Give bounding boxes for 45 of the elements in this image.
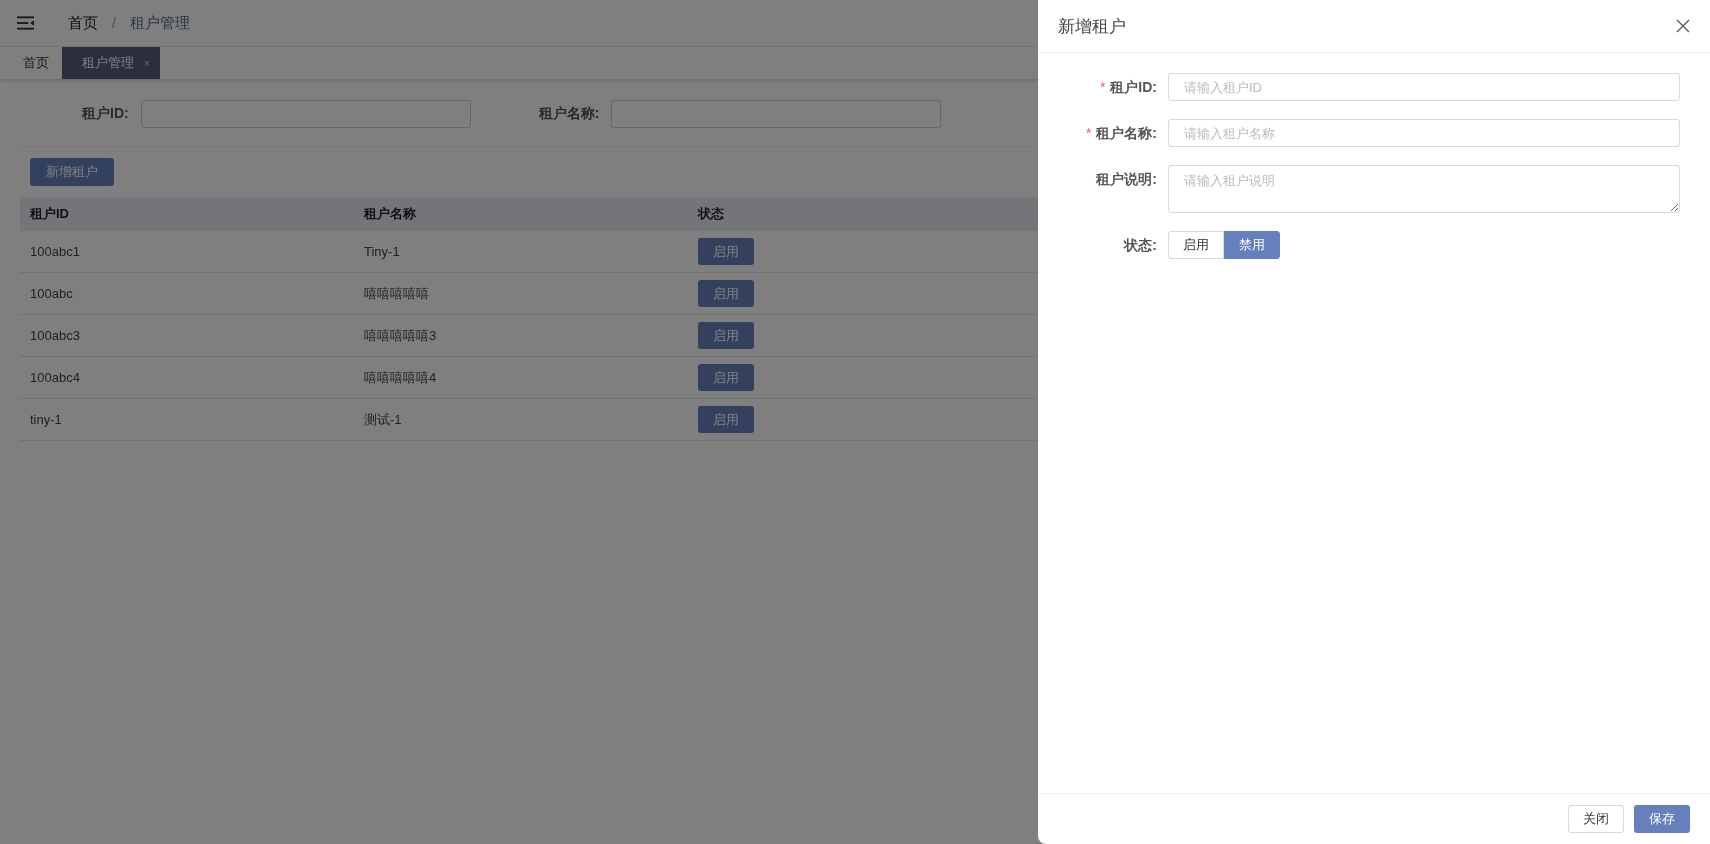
table-cell-text: 100abc3 [29,328,81,343]
field-label: 状态: [1124,237,1157,253]
column-header: 租户名称 [363,205,417,223]
table-cell-text: 100abc4 [29,370,81,385]
status-button[interactable]: 启用 [698,280,754,307]
field-label: 租户名称: [1096,125,1157,141]
table-cell-text: Tiny-1 [363,244,401,259]
status-button[interactable]: 启用 [698,322,754,349]
toggle-option[interactable]: 禁用 [1224,231,1280,259]
add-button[interactable]: 新增租户 [30,158,114,186]
field-label: 租户说明: [1096,171,1157,187]
tab[interactable]: 首页 [0,47,62,79]
drawer-title: 新增租户 [1058,15,1126,38]
column-header: 租户ID [29,205,70,223]
input-field[interactable] [611,100,942,128]
toggle-option[interactable]: 启用 [1168,231,1224,259]
required-mark: * [1085,125,1092,141]
breadcrumb-separator: / [112,15,116,31]
menu-icon[interactable] [17,16,34,30]
table-cell-text: 100abc [29,286,74,301]
required-mark: * [1099,79,1106,95]
column-header: 状态 [696,205,725,223]
status-button[interactable]: 启用 [698,238,754,265]
status-button[interactable]: 启用 [698,406,754,433]
close-icon[interactable]: × [144,57,150,69]
status-button[interactable]: 启用 [698,364,754,391]
table-cell-text: 嘻嘻嘻嘻嘻4 [363,368,438,387]
breadcrumb-link[interactable]: 首页 [68,13,98,33]
field-label: 租户名称: [538,105,600,123]
close-button[interactable]: 关闭 [1568,805,1624,833]
input-field[interactable] [140,100,471,128]
field-label: 租户ID: [82,105,129,123]
table-cell-text: tiny-1 [29,412,63,427]
tab[interactable]: 租户管理 × [62,47,160,79]
field-label: 租户ID: [1110,79,1157,95]
input-field[interactable]: 请输入租户名称 [1168,119,1680,147]
input-field[interactable]: 请输入租户ID [1168,73,1680,101]
breadcrumb-link[interactable]: 租户管理 [129,13,190,33]
save-button[interactable]: 保存 [1634,805,1690,833]
close-icon[interactable] [1676,19,1690,33]
table-cell-text: 测试-1 [363,410,403,429]
table-cell-text: 100abc1 [29,244,81,259]
table-cell-text: 嘻嘻嘻嘻嘻3 [363,326,438,345]
text-area[interactable]: 请输入租户说明 [1168,165,1680,213]
table-cell-text: 嘻嘻嘻嘻嘻 [363,284,430,303]
